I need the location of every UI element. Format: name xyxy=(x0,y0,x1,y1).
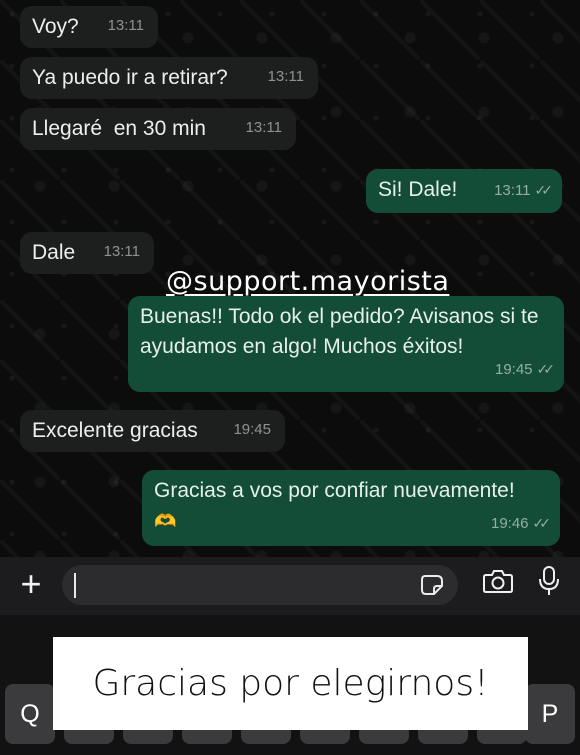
message-text: Voy? xyxy=(32,15,79,38)
message-text: Gracias a vos por confiar nuevamente! xyxy=(154,479,515,502)
sticker-icon[interactable] xyxy=(420,574,444,596)
message-text: Si! Dale! xyxy=(378,178,458,201)
message-incoming[interactable]: Ya puedo ir a retirar? 13:11 xyxy=(20,57,318,99)
plus-icon[interactable]: + xyxy=(14,565,48,605)
message-incoming[interactable]: Dale 13:11 xyxy=(20,232,154,274)
message-incoming[interactable]: Llegaré en 30 min 13:11 xyxy=(20,108,296,150)
watermark-handle: @support.mayorista xyxy=(166,266,450,297)
message-text: Excelente gracias xyxy=(32,419,198,442)
message-time-group: 19:46 ✓✓ xyxy=(490,508,552,539)
message-outgoing[interactable]: Si! Dale! 13:11 ✓✓ xyxy=(366,169,562,213)
caption-overlay: Gracias por elegirnos! xyxy=(53,637,528,730)
message-text: Buenas!! Todo ok el pedido? Avisanos si … xyxy=(140,305,539,358)
key-p[interactable]: P xyxy=(525,684,575,744)
message-time: 19:45 xyxy=(233,421,271,438)
message-time: 13:11 xyxy=(494,182,531,199)
message-time-group: 13:11 ✓✓ xyxy=(494,175,554,206)
message-outgoing[interactable]: Buenas!! Todo ok el pedido? Avisanos si … xyxy=(128,296,564,392)
microphone-icon[interactable] xyxy=(538,566,560,596)
message-text: Llegaré en 30 min xyxy=(32,117,206,140)
read-receipt-icon: ✓✓ xyxy=(534,182,554,198)
message-time: 13:11 xyxy=(267,68,304,85)
message-outgoing[interactable]: Gracias a vos por confiar nuevamente! 🫶 … xyxy=(142,470,560,546)
message-time: 19:45 xyxy=(494,361,533,378)
message-incoming[interactable]: Voy? 13:11 xyxy=(20,6,158,48)
camera-icon[interactable] xyxy=(483,568,513,594)
chat-area[interactable]: Voy? 13:11 Ya puedo ir a retirar? 13:11 … xyxy=(0,0,580,557)
message-text: Ya puedo ir a retirar? xyxy=(32,66,228,89)
read-receipt-icon: ✓✓ xyxy=(536,361,556,377)
message-incoming[interactable]: Excelente gracias 19:45 xyxy=(20,410,285,452)
message-time: 19:46 xyxy=(490,515,529,532)
message-text: Dale xyxy=(32,241,76,264)
text-caret xyxy=(74,573,76,598)
message-time: 13:11 xyxy=(103,243,140,260)
message-input[interactable] xyxy=(62,565,458,605)
read-receipt-icon: ✓✓ xyxy=(532,515,552,531)
message-time: 13:11 xyxy=(107,17,144,34)
message-time: 13:11 xyxy=(245,119,282,136)
message-time-group: 19:45 ✓✓ xyxy=(494,354,556,385)
heart-hands-emoji-icon: 🫶 xyxy=(154,511,177,531)
key-q[interactable]: Q xyxy=(5,684,55,744)
